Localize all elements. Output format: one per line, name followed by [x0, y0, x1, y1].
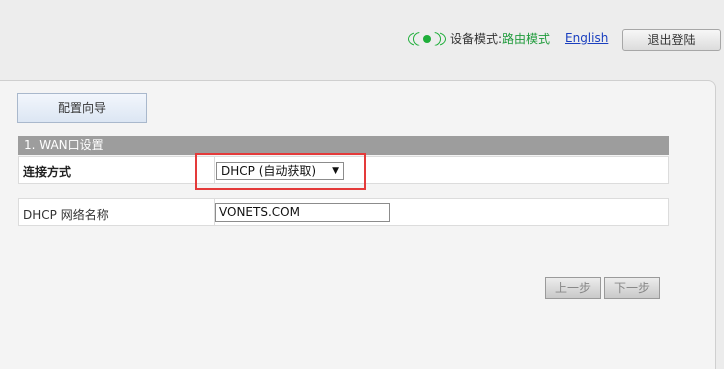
row-divider — [214, 157, 215, 183]
wan-section-header: 1. WAN口设置 — [18, 136, 669, 155]
device-mode-value: 路由模式 — [502, 32, 551, 46]
next-step-button[interactable]: 下一步 — [604, 277, 660, 299]
device-mode: 设备模式: 路由模式 — [408, 30, 550, 47]
connection-type-select[interactable]: DHCP (自动获取) ▼ — [216, 162, 344, 180]
dropdown-arrow-icon: ▼ — [332, 166, 339, 176]
network-name-input[interactable]: VONETS.COM — [215, 203, 390, 222]
network-name-label: DHCP 网络名称 — [23, 208, 109, 222]
previous-step-button[interactable]: 上一步 — [545, 277, 601, 299]
connection-type-value: DHCP (自动获取) — [221, 164, 317, 178]
wireless-signal-icon — [408, 31, 446, 46]
language-link[interactable]: English — [565, 31, 608, 45]
connection-type-label: 连接方式 — [23, 165, 72, 179]
device-mode-label: 设备模式: — [450, 32, 503, 46]
logout-button[interactable]: 退出登陆 — [622, 29, 721, 51]
tab-setup-wizard[interactable]: 配置向导 — [17, 93, 147, 123]
top-bar: 设备模式: 路由模式 English 退出登陆 — [0, 0, 724, 80]
